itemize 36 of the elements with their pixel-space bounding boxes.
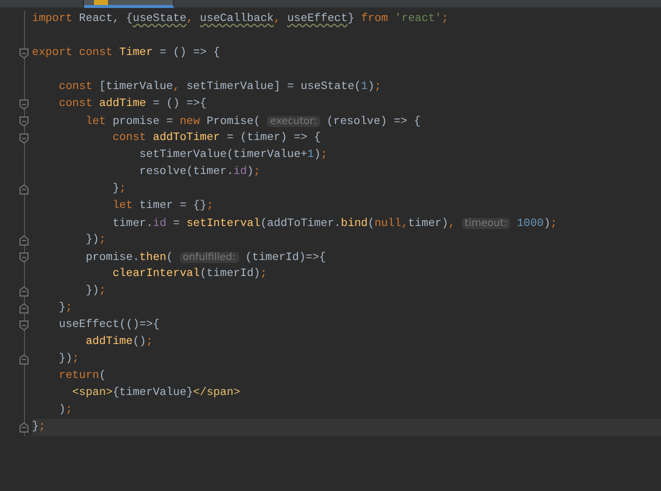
- code-line: );: [58, 402, 74, 418]
- code-line: };: [58, 300, 74, 316]
- fold-marker-icon[interactable]: [19, 184, 29, 195]
- code-line: timer.id = setInterval(addToTimer.bind(null,timer), timeout: 1000);: [112, 216, 558, 232]
- code-line: promise.then( onfulfilled: (timerId)=>{: [84, 250, 327, 266]
- fold-marker-icon[interactable]: [19, 235, 29, 246]
- code-line: });: [58, 352, 80, 367]
- fold-marker-icon[interactable]: [19, 48, 29, 59]
- code-line: const addToTimer = (timer) => {: [112, 130, 322, 146]
- fold-marker-icon[interactable]: [19, 422, 29, 433]
- fold-marker-icon[interactable]: [19, 99, 29, 110]
- code-line: resolve(timer.id);: [138, 164, 262, 180]
- fold-marker-icon[interactable]: [19, 116, 29, 127]
- code-line: let timer = {};: [112, 198, 214, 214]
- fold-marker-icon[interactable]: [19, 133, 29, 144]
- code-line: <span>{timerValue}</span>: [71, 386, 242, 401]
- fold-marker-icon[interactable]: [19, 320, 29, 331]
- fold-marker-icon[interactable]: [19, 252, 29, 263]
- code-line: const addTime = () =>{: [58, 96, 208, 112]
- code-line: setTimerValue(timerValue+1);: [138, 148, 328, 163]
- fold-marker-icon[interactable]: [19, 354, 29, 365]
- file-icon: [94, 0, 108, 5]
- code-line: addTime();: [84, 334, 154, 350]
- code-line: });: [84, 284, 107, 299]
- code-line: };: [112, 182, 127, 197]
- code-line: return(: [58, 368, 107, 384]
- code-line: });: [84, 232, 107, 248]
- code-line: export const Timer = () => {: [32, 46, 221, 61]
- code-line: let promise = new Promise( executor: (resolve) => {: [84, 114, 422, 130]
- editor-tab[interactable]: [84, 0, 174, 8]
- fold-marker-icon[interactable]: [19, 303, 29, 314]
- code-line: clearInterval(timerId);: [112, 266, 268, 282]
- code-line: useEffect(()=>{: [58, 318, 161, 333]
- code-line: import React, {useState, useCallback, useEffect} from 'react';: [32, 12, 450, 27]
- code-line: const [timerValue, setTimerValue] = useState(1);: [58, 80, 382, 95]
- fold-marker-icon[interactable]: [19, 286, 29, 297]
